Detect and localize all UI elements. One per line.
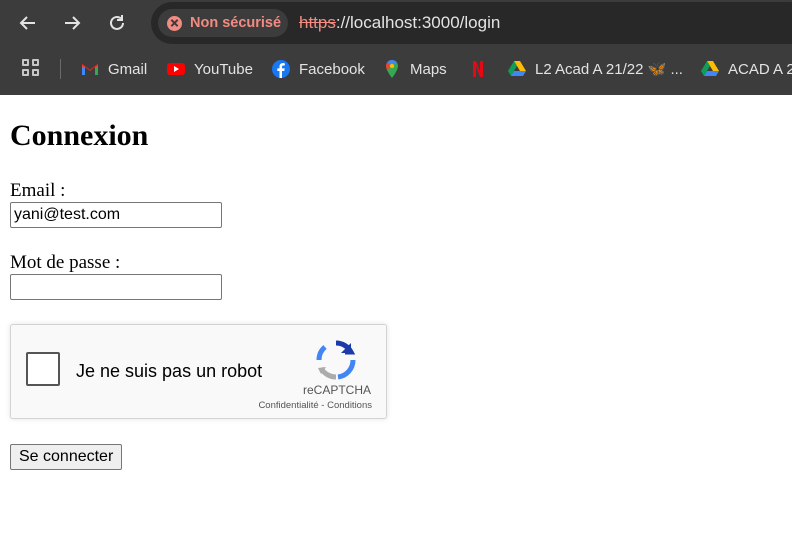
forward-button[interactable] [58,9,86,37]
google-drive-icon [701,61,719,76]
bookmark-acad-a[interactable]: ACAD A 2 [700,57,792,81]
email-label: Email : [10,180,66,201]
recaptcha-checkbox[interactable] [26,352,60,386]
url-path: ://localhost:3000/login [335,13,501,32]
bookmark-label: YouTube [194,60,253,78]
forward-arrow-icon [65,16,81,30]
url-text[interactable]: https://localhost:3000/login [299,13,500,33]
password-field[interactable] [10,274,222,300]
email-field[interactable]: yani@test.com [10,202,222,228]
link-separator: - [318,400,328,411]
address-bar[interactable]: Non sécurisé https://localhost:3000/logi… [151,2,792,44]
security-chip[interactable]: Non sécurisé [158,9,288,37]
bookmark-label: Gmail [108,60,148,78]
facebook-icon [272,60,290,78]
bookmarks-divider [60,59,61,79]
bookmark-facebook[interactable]: Facebook [271,57,365,81]
youtube-icon [167,63,185,75]
recaptcha-brand: reCAPTCHA [302,383,371,397]
apps-grid-icon[interactable] [22,59,42,79]
maps-icon [386,60,398,78]
recaptcha-label: Je ne suis pas un robot [76,361,263,381]
reload-button[interactable] [103,9,131,37]
recaptcha-links: Confidentialité - Conditions [258,400,372,411]
login-button[interactable]: Se connecter [10,444,123,470]
url-scheme: https [299,13,336,32]
bookmarks-bar: Gmail YouTube Facebook Maps L2 Acad A 21… [0,47,792,95]
recaptcha-logo-icon [316,340,356,380]
password-label: Mot de passe : [10,252,121,273]
bookmark-youtube[interactable]: YouTube [166,57,253,81]
bookmark-l2-acad[interactable]: L2 Acad A 21/22 🦋 ... [507,57,683,81]
privacy-link[interactable]: Confidentialité [258,400,318,411]
terms-link[interactable]: Conditions [327,400,372,411]
gmail-icon [81,63,99,75]
bookmark-label: Facebook [299,60,365,78]
bookmark-label: Maps [410,60,447,78]
browser-toolbar: Non sécurisé https://localhost:3000/logi… [0,0,792,47]
bookmark-label: L2 Acad A 21/22 🦋 ... [535,61,683,78]
bookmark-label: ACAD A 2 [728,60,792,78]
bookmark-gmail[interactable]: Gmail [80,57,147,81]
security-label: Non sécurisé [190,15,282,31]
back-arrow-icon [19,16,35,30]
back-button[interactable] [14,9,42,37]
page-title: Connexion [10,119,149,152]
reload-icon [110,15,124,30]
recaptcha-widget: Je ne suis pas un robot reCAPTCHA Confid… [10,324,387,419]
google-drive-icon [508,61,526,76]
not-secure-icon [167,15,182,31]
netflix-icon [473,61,483,77]
bookmark-maps[interactable]: Maps [382,57,447,81]
bookmark-netflix[interactable] [468,57,496,81]
